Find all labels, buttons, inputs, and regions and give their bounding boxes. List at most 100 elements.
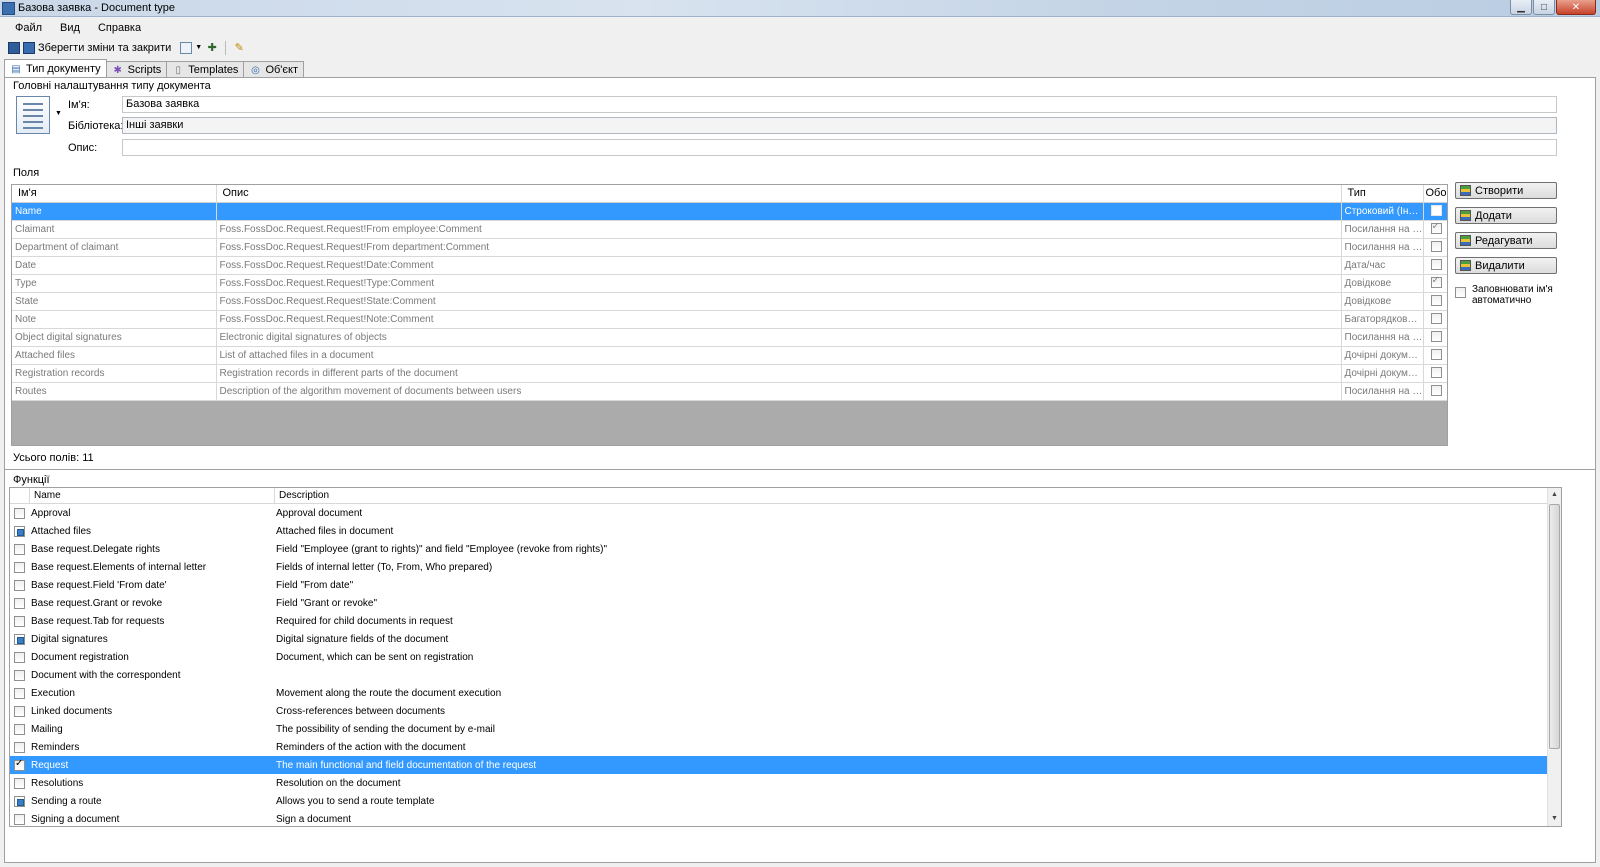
chevron-down-icon[interactable]: ▼ [55, 110, 62, 117]
field-required-checkbox[interactable] [1430, 349, 1442, 361]
function-row[interactable]: Base request.Tab for requests Required fo… [10, 612, 1548, 630]
function-checkbox[interactable] [14, 669, 25, 681]
function-checkbox[interactable] [14, 633, 25, 645]
function-row[interactable]: Request The main functional and field doc… [10, 756, 1548, 774]
minimize-icon[interactable]: ▁ [1510, 0, 1532, 15]
edit-icon[interactable]: ✎ [232, 41, 246, 55]
function-checkbox[interactable] [14, 723, 25, 735]
function-checkbox[interactable] [14, 615, 25, 627]
function-checkbox[interactable] [14, 795, 25, 807]
document-type-icon[interactable] [16, 96, 50, 134]
menu-file[interactable]: Файл [6, 22, 51, 34]
function-checkbox[interactable] [14, 597, 25, 609]
tab-scripts[interactable]: ✱ Scripts [105, 61, 168, 78]
function-row[interactable]: Attached files Attached files in document [10, 522, 1548, 540]
function-row[interactable]: Resolutions Resolution on the document [10, 774, 1548, 792]
field-description: Foss.FossDoc.Request.Request!From depart… [216, 238, 1342, 257]
function-checkbox[interactable] [14, 758, 25, 771]
function-row[interactable]: Digital signatures Digital signature fiel… [10, 630, 1548, 648]
field-required-checkbox[interactable] [1430, 259, 1442, 271]
maximize-icon[interactable]: □ [1533, 0, 1555, 15]
function-description: Attached files in document [276, 525, 394, 537]
field-row[interactable]: Claimant Foss.FossDoc.Request.Request!Fro… [12, 220, 1447, 239]
save-icon[interactable] [8, 41, 20, 54]
column-header-function-description[interactable]: Description [275, 488, 1561, 503]
tab-templates[interactable]: ▯ Templates [166, 61, 245, 78]
field-row[interactable]: Attached files List of attached files in … [12, 346, 1447, 365]
field-row[interactable]: State Foss.FossDoc.Request.Request!State:… [12, 292, 1447, 311]
function-row[interactable]: Linked documents Cross-references between… [10, 702, 1548, 720]
name-field[interactable]: Базова заявка [122, 96, 1557, 113]
close-icon[interactable]: ✕ [1556, 0, 1596, 15]
library-field[interactable]: Інші заявки [122, 117, 1557, 134]
column-header-function-name[interactable]: Name [30, 488, 275, 503]
function-checkbox[interactable] [14, 705, 25, 717]
column-header-description[interactable]: Опис [216, 185, 1342, 203]
column-header-name[interactable]: Ім'я [12, 185, 217, 203]
splitter[interactable] [5, 469, 1595, 471]
function-row[interactable]: Base request.Field 'From date' Field "Fro… [10, 576, 1548, 594]
edit-button[interactable]: Редагувати [1455, 232, 1557, 249]
tab-object[interactable]: ◎ Об'єкт [243, 61, 304, 78]
field-required-checkbox[interactable] [1430, 367, 1442, 379]
function-row[interactable]: Base request.Grant or revoke Field "Grant… [10, 594, 1548, 612]
function-checkbox[interactable] [14, 651, 25, 663]
add-button[interactable]: Додати [1455, 207, 1557, 224]
chevron-down-icon[interactable]: ▼ [195, 41, 202, 55]
function-checkbox[interactable] [14, 543, 25, 555]
function-row[interactable]: Signing a document Sign a document [10, 810, 1548, 826]
function-checkbox[interactable] [14, 741, 25, 753]
function-row[interactable]: Execution Movement along the route the do… [10, 684, 1548, 702]
field-required-checkbox[interactable] [1430, 221, 1442, 235]
function-row[interactable]: Base request.Elements of internal letter… [10, 558, 1548, 576]
scroll-thumb[interactable] [1549, 504, 1560, 749]
create-button[interactable]: Створити [1455, 182, 1557, 199]
column-header-required[interactable]: Обо [1423, 185, 1447, 203]
scroll-down-icon[interactable]: ▼ [1548, 812, 1561, 826]
function-row[interactable]: Document with the correspondent [10, 666, 1548, 684]
field-row[interactable]: Type Foss.FossDoc.Request.Request!Type:Co… [12, 274, 1447, 293]
field-required-checkbox[interactable] [1430, 385, 1442, 397]
function-checkbox[interactable] [14, 687, 25, 699]
field-required-checkbox[interactable] [1430, 241, 1442, 253]
settings-icon[interactable]: ✚ [205, 41, 219, 55]
function-row[interactable]: Base request.Delegate rights Field "Emplo… [10, 540, 1548, 558]
function-row[interactable]: Sending a route Allows you to send a rout… [10, 792, 1548, 810]
field-row[interactable]: Date Foss.FossDoc.Request.Request!Date:Co… [12, 256, 1447, 275]
save-close-button[interactable]: Зберегти зміни та закрити [38, 42, 171, 54]
menu-help[interactable]: Справка [89, 22, 150, 34]
field-row[interactable]: Routes Description of the algorithm movem… [12, 382, 1447, 401]
function-checkbox[interactable] [14, 579, 25, 591]
field-required-checkbox[interactable] [1430, 331, 1442, 343]
function-checkbox[interactable] [14, 777, 25, 789]
menu-view[interactable]: Вид [51, 22, 89, 34]
column-header-type[interactable]: Тип [1341, 185, 1424, 203]
scroll-up-icon[interactable]: ▲ [1548, 488, 1561, 502]
function-row[interactable]: Mailing The possibility of sending the do… [10, 720, 1548, 738]
function-checkbox[interactable] [14, 507, 25, 519]
field-row[interactable]: Registration records Registration records… [12, 364, 1447, 383]
function-row[interactable]: Document registration Document, which can… [10, 648, 1548, 666]
functions-scrollbar[interactable]: ▲ ▼ [1547, 488, 1561, 826]
function-checkbox[interactable] [14, 525, 25, 537]
view-dropdown-icon[interactable] [180, 41, 193, 54]
field-required-checkbox[interactable] [1430, 275, 1442, 289]
field-required-checkbox[interactable] [1430, 313, 1442, 325]
function-row[interactable]: Reminders Reminders of the action with th… [10, 738, 1548, 756]
field-description: Foss.FossDoc.Request.Request!Date:Commen… [216, 256, 1342, 275]
delete-button[interactable]: Видалити [1455, 257, 1557, 274]
auto-name-checkbox[interactable] [1455, 287, 1466, 298]
field-row[interactable]: Department of claimant Foss.FossDoc.Reque… [12, 238, 1447, 257]
field-row[interactable]: Note Foss.FossDoc.Request.Request!Note:Co… [12, 310, 1447, 329]
function-checkbox[interactable] [14, 813, 25, 825]
function-row[interactable]: Approval Approval document [10, 504, 1548, 522]
description-field[interactable] [122, 139, 1557, 156]
field-required-checkbox[interactable] [1430, 295, 1442, 307]
tab-document-type[interactable]: ▤ Тип документу [4, 59, 107, 78]
function-checkbox[interactable] [14, 561, 25, 573]
field-row[interactable]: Object digital signatures Electronic digi… [12, 328, 1447, 347]
function-description: Fields of internal letter (To, From, Who… [276, 561, 493, 573]
field-row[interactable]: Name Строковий (Інде... [12, 202, 1447, 221]
save-close-icon[interactable] [23, 41, 35, 54]
field-required-checkbox[interactable] [1430, 205, 1442, 217]
